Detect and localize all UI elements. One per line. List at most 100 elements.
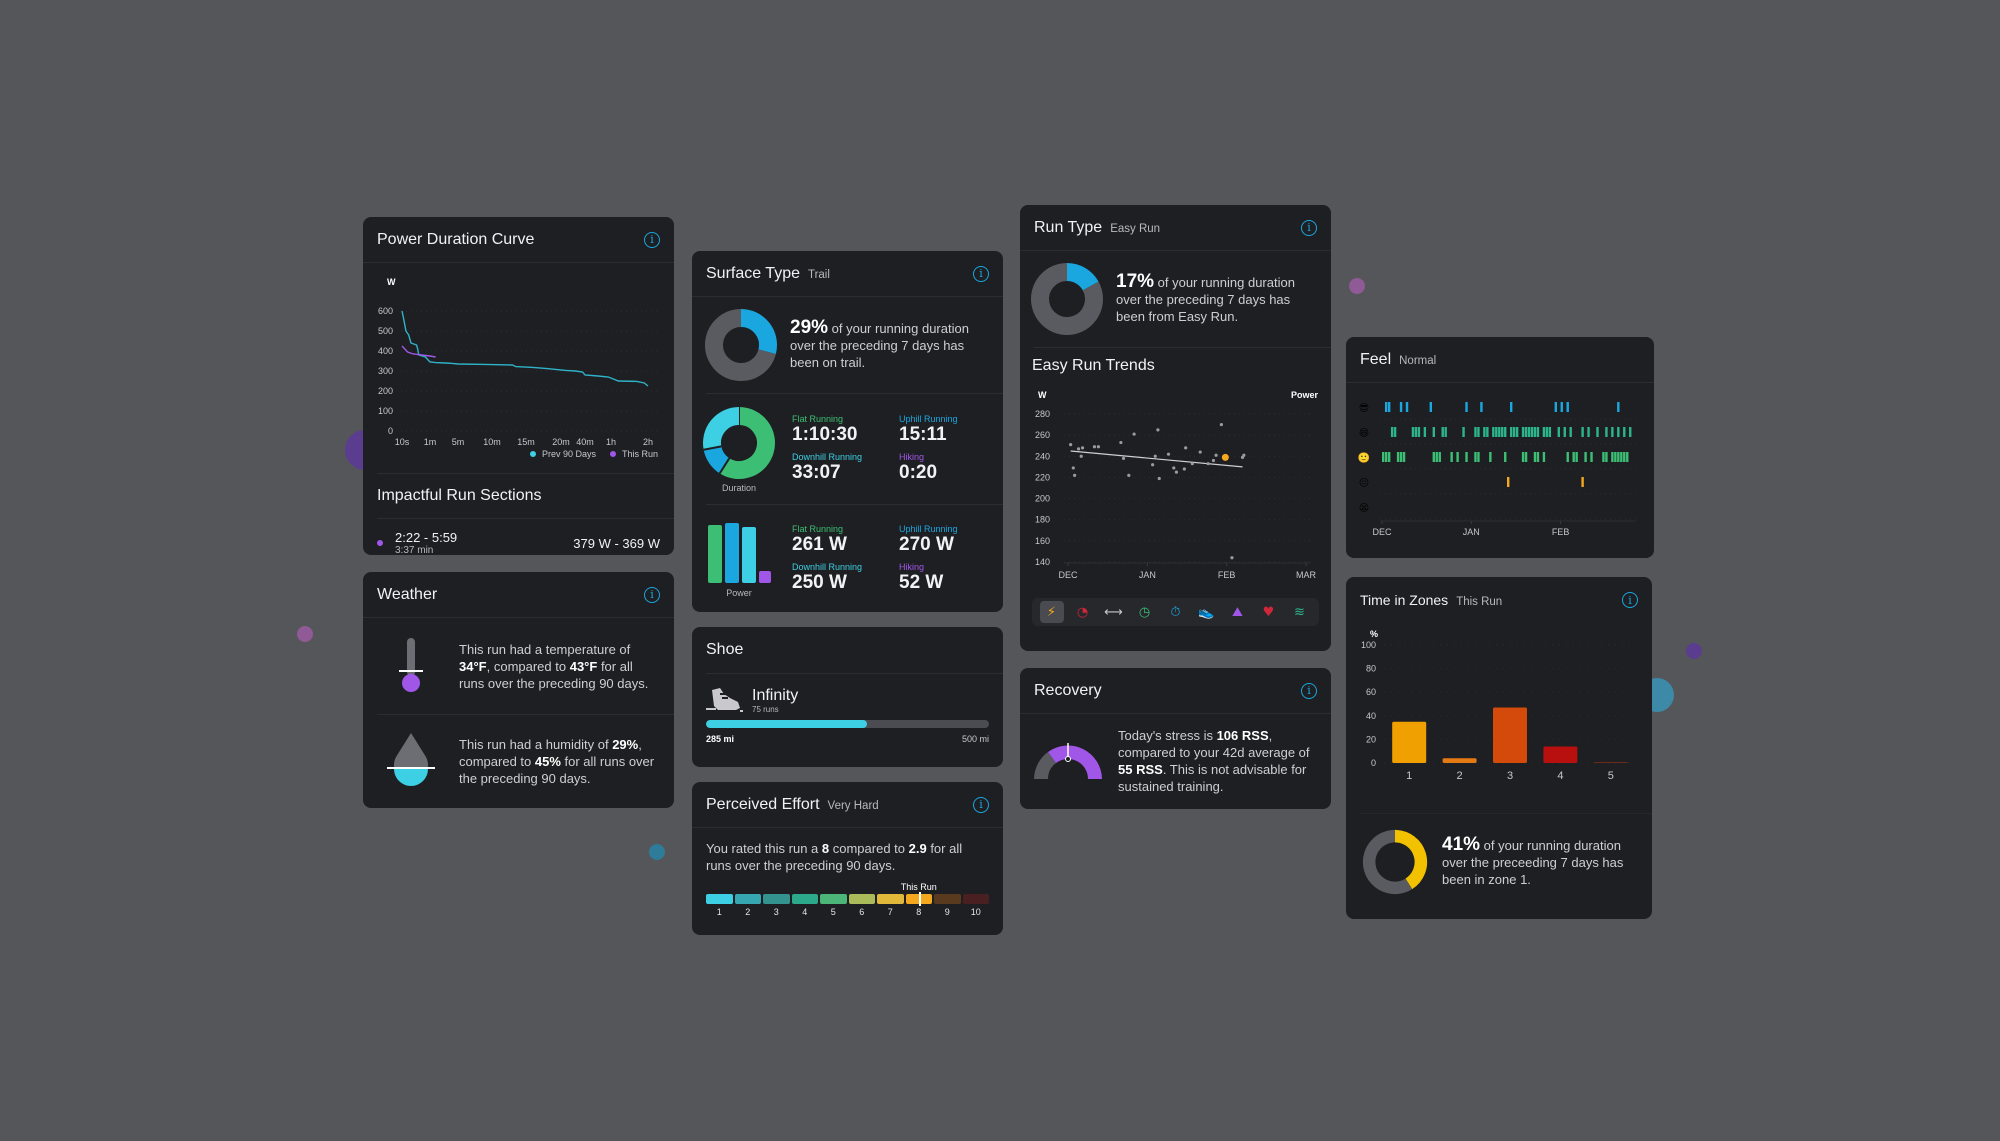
heart-rate-icon[interactable]: ♥ [1257, 601, 1281, 623]
cadence-icon[interactable]: ≋ [1288, 601, 1312, 623]
decorative-dot [1349, 278, 1365, 294]
feel-mark [1524, 452, 1528, 462]
effort-scale-number: 4 [802, 907, 808, 917]
feel-mark [1483, 427, 1486, 437]
humidity-text: This run had a humidity of 29%, compared… [459, 736, 655, 786]
x-tick-label: DEC [1058, 570, 1078, 580]
feel-mark [1581, 477, 1584, 487]
legend-prev: Prev 90 Days [529, 449, 596, 459]
feel-emoji-icon: 😄 [1359, 428, 1369, 439]
pace-icon[interactable]: ⏱ [1164, 601, 1188, 623]
zones-bar-chart: %100 80 60 40 20 0 1 2 3 4 5 [1361, 629, 1636, 782]
feel-mark [1387, 452, 1391, 462]
distance-icon[interactable]: ⟷ [1102, 601, 1126, 623]
data-point [1153, 454, 1157, 458]
gauge-icon[interactable]: ◔ [1071, 601, 1095, 623]
card-title: Weather [377, 585, 438, 603]
shoe-icon[interactable]: 👟 [1195, 601, 1219, 623]
y-tick-label: 0 [1371, 758, 1376, 768]
clock-icon[interactable]: ◷ [1133, 601, 1157, 623]
feel-mark [1626, 452, 1629, 462]
effort-scale-number: 2 [745, 907, 751, 917]
feel-mark [1509, 427, 1513, 437]
feel-mark [1536, 452, 1540, 462]
feel-mark [1548, 427, 1552, 437]
trend-line [1070, 450, 1243, 468]
x-tick-label: 5 [1608, 770, 1614, 782]
effort-scale-number: 7 [887, 907, 893, 917]
feel-mark [1465, 402, 1468, 412]
feel-mark [1563, 427, 1566, 437]
info-icon[interactable]: i [1301, 219, 1317, 236]
y-tick-label: 160 [1035, 536, 1050, 546]
section-range: 2:22 - 5:59 [395, 530, 458, 545]
decorative-dot [649, 844, 665, 860]
feel-mark [1581, 427, 1584, 437]
feel-mark [1501, 427, 1504, 437]
effort-marker [918, 892, 921, 906]
feel-emoji-icon: 😫 [1359, 503, 1369, 514]
impactful-section-row[interactable]: 2:22 - 5:59 3:37 min 379 W - 369 W [363, 519, 674, 555]
card-title: Power Duration Curve [377, 230, 535, 248]
humidity-drop-icon [387, 733, 435, 786]
stat-item: Hiking 52 W [899, 562, 999, 594]
duration-caption: Duration [721, 482, 757, 493]
feel-mark [1530, 427, 1534, 437]
feel-mark [1614, 452, 1617, 462]
y-tick-label: 220 [1035, 472, 1050, 482]
duration-donut-chart [703, 406, 775, 479]
surface-type-card: Surface Type Trail i 29% of your running… [692, 251, 1003, 612]
stat-value: 1:10:30 [792, 424, 858, 445]
feel-mark [1450, 452, 1453, 462]
x-tick-label: 4 [1557, 770, 1563, 782]
hiking-icon[interactable]: ⛰ [1226, 601, 1250, 623]
highlight-point [1221, 453, 1229, 461]
info-icon[interactable]: i [1301, 682, 1317, 699]
y-tick-label: 60 [1366, 687, 1376, 697]
feel-mark [1629, 427, 1632, 437]
feel-mark [1533, 427, 1537, 437]
x-tick-label: FEB [1552, 527, 1570, 537]
shoe-runs: 75 runs [752, 704, 779, 714]
info-icon[interactable]: i [1622, 592, 1638, 608]
run-type-summary: 17% of your running duration over the pr… [1116, 271, 1295, 324]
section-dot [377, 540, 383, 546]
temperature-text: This run had a temperature of 34°F, comp… [459, 641, 649, 691]
data-point [1069, 443, 1073, 447]
feel-mark [1474, 452, 1477, 462]
feel-mark [1584, 452, 1587, 462]
power-caption: Power [726, 587, 752, 598]
stat-label: Uphill Running [899, 414, 958, 424]
data-point [1121, 456, 1126, 460]
card-subtitle: Normal [1399, 355, 1437, 367]
x-tick-label: 2h [643, 437, 653, 447]
y-tick-label: 20 [1366, 734, 1376, 744]
metric-label: Power [1291, 390, 1319, 400]
feel-mark [1384, 402, 1388, 412]
info-icon[interactable]: i [973, 796, 989, 813]
info-icon[interactable]: i [973, 265, 989, 282]
power-icon[interactable]: ⚡ [1039, 601, 1064, 623]
x-tick-label: JAN [1139, 570, 1156, 580]
y-tick-label: 200 [378, 386, 393, 396]
feel-emoji-icon: 😎 [1359, 403, 1369, 414]
feel-mark [1566, 452, 1569, 462]
feel-chart: 😎 😄 🙂 😐 😫 DEC JAN FEB [1358, 402, 1636, 537]
feel-mark [1620, 452, 1623, 462]
power-duration-card: Power Duration Curve i W 600 500 400 300 200 1… [363, 217, 674, 555]
info-icon[interactable]: i [644, 586, 660, 603]
feel-mark [1542, 427, 1546, 437]
stat-value: 250 W [792, 572, 847, 593]
y-tick-label: 100 [378, 406, 393, 416]
feel-mark [1411, 427, 1415, 437]
card-title: Shoe [706, 641, 744, 658]
feel-mark [1477, 427, 1480, 437]
card-title: Surface Type [706, 264, 800, 282]
info-icon[interactable]: i [644, 231, 660, 248]
x-tick-label: 10s [395, 437, 410, 447]
data-point [1214, 453, 1218, 457]
data-point [1230, 556, 1234, 560]
feel-mark [1521, 452, 1525, 462]
effort-segment [820, 894, 847, 904]
y-tick-label: 500 [378, 326, 393, 336]
